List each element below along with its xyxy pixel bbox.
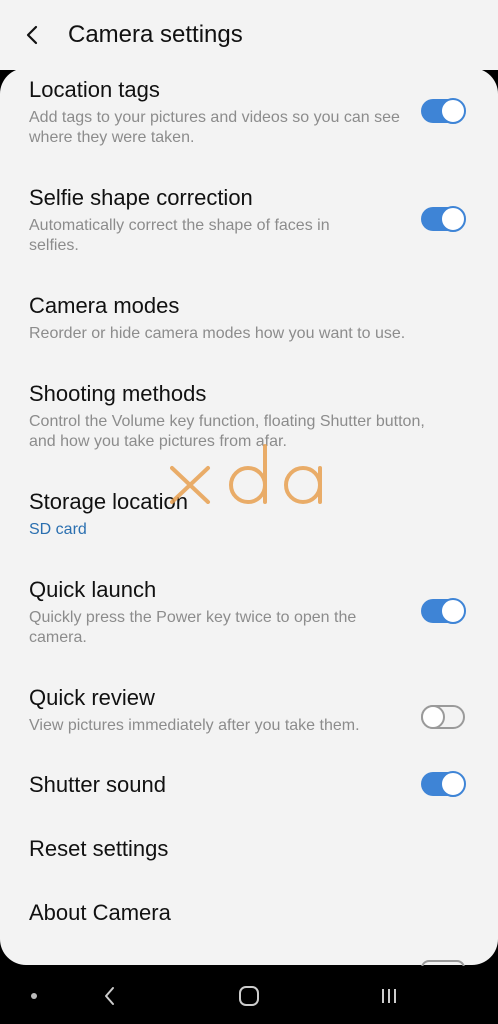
nav-home-button[interactable] [234, 982, 264, 1010]
setting-quick-launch[interactable]: Quick launch Quickly press the Power key… [0, 568, 498, 666]
setting-shutter-sound[interactable]: Shutter sound [0, 764, 498, 818]
system-navigation-bar [0, 966, 498, 1024]
setting-title: Quick launch [29, 577, 157, 602]
back-button[interactable] [14, 17, 50, 53]
dot-icon [31, 993, 37, 999]
setting-description: Reorder or hide camera modes how you wan… [29, 325, 406, 342]
setting-title: Shutter sound [29, 772, 166, 797]
setting-shooting-methods[interactable]: Shooting methods Control the Volume key … [0, 372, 498, 470]
setting-about-camera[interactable]: About Camera [0, 892, 498, 946]
setting-location-tags[interactable]: Location tags Add tags to your pictures … [0, 68, 498, 166]
quick-launch-toggle[interactable] [421, 598, 466, 624]
nav-recents-button[interactable] [374, 982, 404, 1010]
setting-description: Automatically correct the shape of faces… [29, 217, 330, 254]
setting-selfie-shape-correction[interactable]: Selfie shape correction Automatically co… [0, 176, 498, 274]
setting-title: Reset settings [29, 836, 169, 861]
nav-back-button[interactable] [96, 982, 124, 1010]
toggle-knob [440, 98, 466, 124]
toggle-knob [440, 206, 466, 232]
setting-quick-review[interactable]: Quick review View pictures immediately a… [0, 676, 498, 754]
setting-description: View pictures immediately after you take… [29, 717, 360, 734]
three-bars-icon [382, 989, 396, 1003]
setting-title: Location tags [29, 77, 160, 102]
settings-list: Location tags Add tags to your pictures … [0, 68, 498, 965]
setting-title: Shooting methods [29, 381, 207, 406]
setting-title: Selfie shape correction [29, 185, 253, 210]
setting-title: Storage location [29, 489, 188, 514]
screen: Camera settings Location tags Add tags t… [0, 0, 498, 1024]
toggle-knob [440, 771, 466, 797]
shutter-sound-toggle[interactable] [421, 771, 466, 797]
setting-description: Control the Volume key function, floatin… [29, 413, 425, 450]
nav-dot-button[interactable] [22, 988, 46, 1004]
storage-location-value: SD card [29, 521, 87, 538]
location-tags-toggle[interactable] [421, 98, 466, 124]
selfie-shape-correction-toggle[interactable] [421, 206, 466, 232]
chevron-left-icon [26, 25, 38, 45]
setting-description: Quickly press the Power key twice to ope… [29, 609, 357, 646]
setting-title: Camera modes [29, 293, 180, 318]
chevron-left-icon [105, 987, 114, 1005]
app-bar: Camera settings [0, 0, 498, 70]
setting-title: Quick review [29, 685, 155, 710]
setting-description: Add tags to your pictures and videos so … [29, 109, 400, 146]
toggle-knob [421, 705, 445, 729]
rounded-square-icon [239, 986, 259, 1006]
page-title: Camera settings [68, 21, 243, 48]
setting-title: About Camera [29, 900, 171, 925]
toggle-knob [440, 598, 466, 624]
quick-review-toggle[interactable] [421, 705, 465, 729]
setting-storage-location[interactable]: Storage location SD card [0, 480, 498, 558]
setting-reset-settings[interactable]: Reset settings [0, 828, 498, 882]
setting-camera-modes[interactable]: Camera modes Reorder or hide camera mode… [0, 284, 498, 362]
